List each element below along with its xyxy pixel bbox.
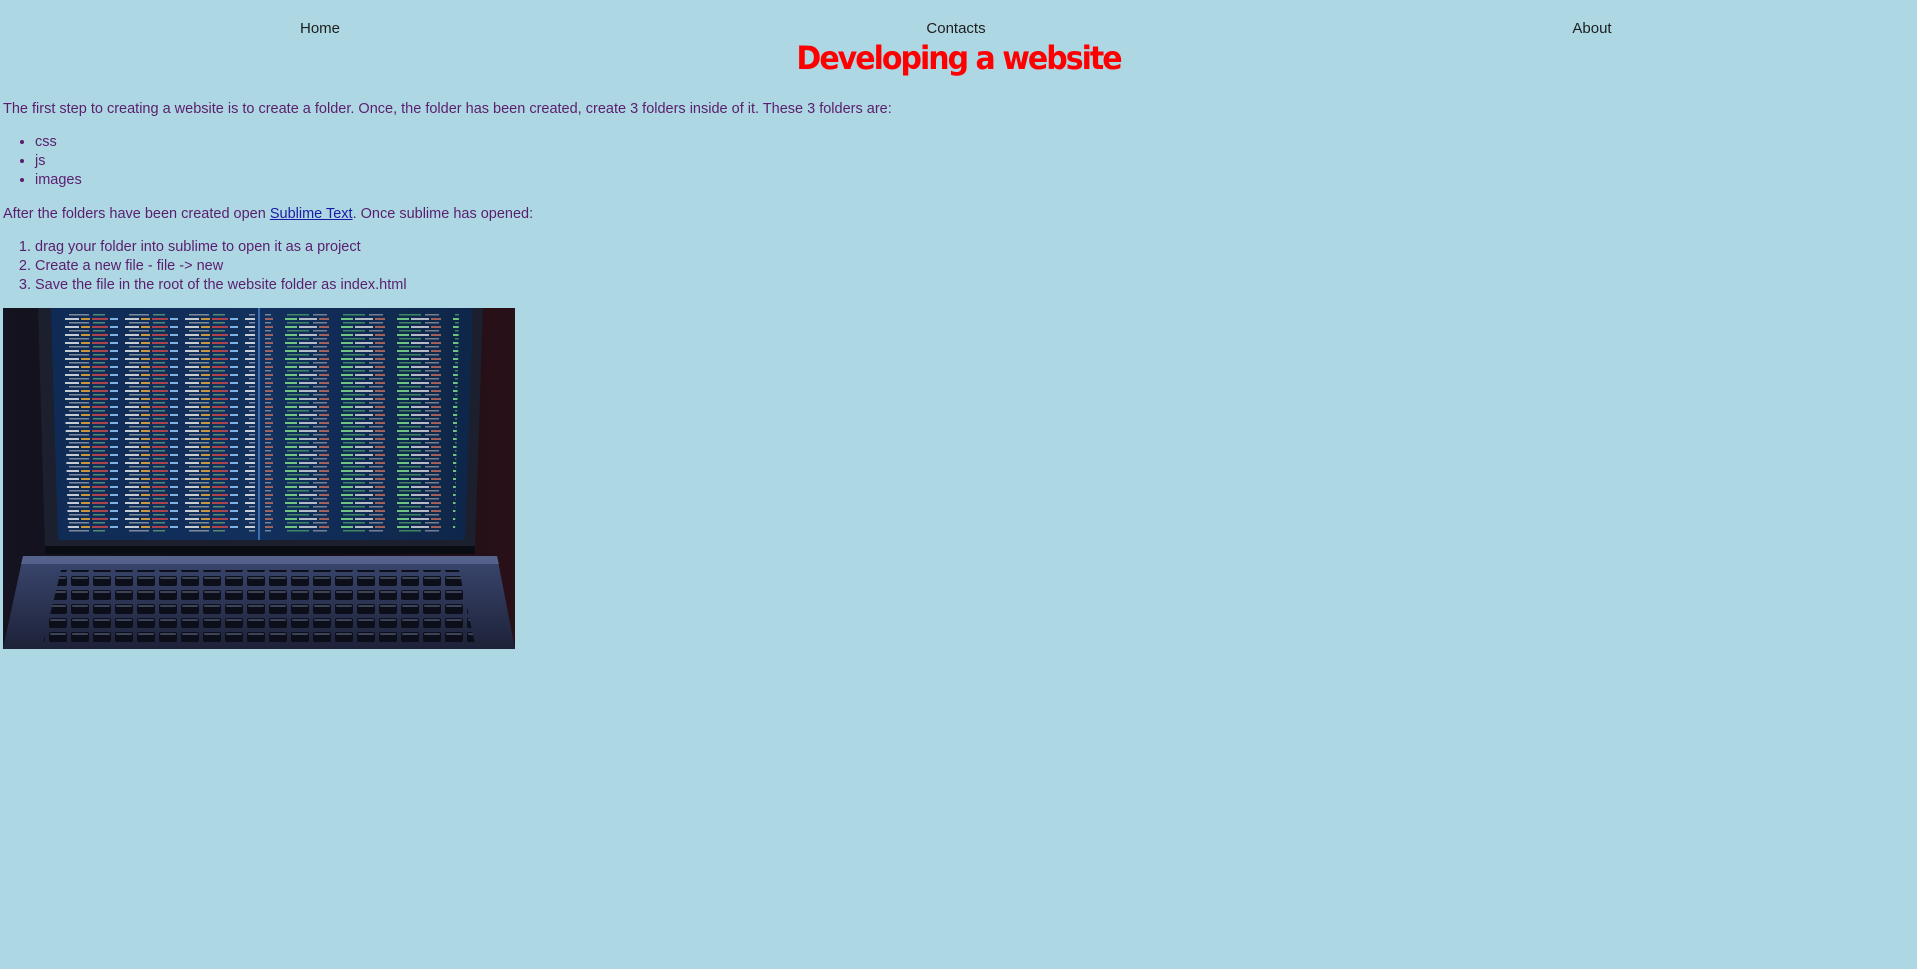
list-item: drag your folder into sublime to open it…: [35, 238, 407, 257]
list-item: images: [35, 171, 82, 190]
sublime-text-link[interactable]: Sublime Text: [270, 206, 353, 222]
laptop-image-graphic: [3, 308, 515, 649]
instructions-paragraph: After the folders have been created open…: [3, 205, 533, 224]
page-title: Developing a website: [796, 39, 1122, 78]
instructions-text-after: . Once sublime has opened:: [352, 206, 534, 222]
top-nav: Home Contacts About: [0, 0, 1917, 40]
instructions-text-before: After the folders have been created open: [3, 206, 270, 222]
intro-paragraph: The first step to creating a website is …: [3, 101, 892, 117]
nav-link-home[interactable]: Home: [300, 20, 340, 37]
list-item: css: [35, 133, 82, 152]
folder-list: css js images: [3, 133, 82, 190]
list-item: Save the file in the root of the website…: [35, 276, 407, 295]
nav-link-contacts[interactable]: Contacts: [926, 20, 985, 37]
list-item: js: [35, 152, 82, 171]
list-item: Create a new file - file -> new: [35, 257, 407, 276]
steps-list: drag your folder into sublime to open it…: [3, 238, 407, 295]
nav-link-about[interactable]: About: [1572, 20, 1611, 37]
laptop-code-image: [3, 308, 515, 649]
